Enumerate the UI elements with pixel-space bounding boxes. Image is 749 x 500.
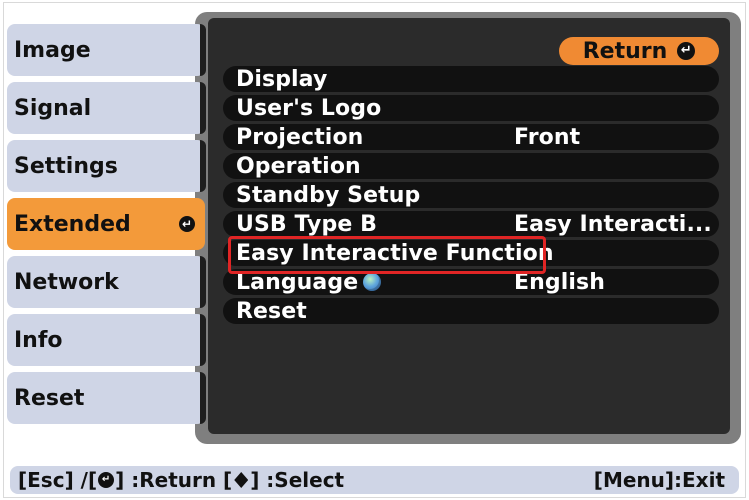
sidebar-item-image[interactable]: Image [7, 24, 206, 76]
menu-item-label: USB Type B [236, 211, 377, 237]
footer-exit-hint: [Menu]:Exit [593, 468, 725, 492]
menu-item-easy-interactive-function[interactable]: Easy Interactive Function [223, 240, 719, 266]
tab-shadow [200, 24, 206, 76]
menu-item-users-logo[interactable]: User's Logo [223, 95, 719, 121]
enter-icon: ↵ [179, 216, 195, 232]
sidebar-item-signal[interactable]: Signal [7, 82, 206, 134]
enter-icon: ↵ [677, 42, 696, 60]
tab-shadow [200, 314, 206, 366]
menu-item-display[interactable]: Display [223, 66, 719, 92]
return-button[interactable]: Return ↵ [559, 37, 719, 65]
menu-item-label: Language [236, 269, 359, 295]
menu-item-label: Reset [236, 298, 307, 324]
menu-item-standby-setup[interactable]: Standby Setup [223, 182, 719, 208]
menu-item-value: Front [514, 124, 581, 150]
tab-shadow [200, 82, 206, 134]
globe-icon [363, 273, 381, 291]
menu-item-label: Projection [236, 124, 364, 150]
footer-text-1: [Esc] /[ [18, 468, 98, 492]
tab-shadow [200, 140, 206, 192]
menu-item-usb-type-b[interactable]: USB Type B Easy Interacti... [223, 211, 719, 237]
sidebar-item-reset[interactable]: Reset [7, 372, 206, 424]
tab-shadow [200, 256, 206, 308]
select-arrow-icon [234, 472, 249, 488]
sidebar-item-label: Network [14, 269, 119, 295]
menu-item-value: English [514, 269, 605, 295]
sidebar-item-label: Extended [14, 211, 131, 237]
footer-text-3: ] :Select [250, 468, 345, 492]
footer-bar: [Esc] /[ ↵ ] :Return [ ] :Select [Menu]:… [10, 466, 739, 494]
menu-item-value: Easy Interacti... [514, 211, 712, 237]
sidebar-item-label: Info [14, 327, 63, 353]
menu-item-label: Operation [236, 153, 361, 179]
enter-icon: ↵ [98, 472, 115, 488]
menu-item-label: Standby Setup [236, 182, 421, 208]
menu-item-label: User's Logo [236, 95, 382, 121]
menu-item-operation[interactable]: Operation [223, 153, 719, 179]
return-label: Return [582, 38, 668, 64]
sidebar-item-label: Image [14, 37, 91, 63]
menu-item-projection[interactable]: Projection Front [223, 124, 719, 150]
tab-shadow [200, 372, 206, 424]
sidebar-item-info[interactable]: Info [7, 314, 206, 366]
sidebar-item-settings[interactable]: Settings [7, 140, 206, 192]
sidebar-item-network[interactable]: Network [7, 256, 206, 308]
menu-item-language[interactable]: Language English [223, 269, 719, 295]
sidebar-item-label: Signal [14, 95, 92, 121]
menu-item-reset[interactable]: Reset [223, 298, 719, 324]
menu-item-label: Display [236, 66, 328, 92]
footer-text-2: ] :Return [ [115, 468, 233, 492]
sidebar-item-label: Reset [14, 385, 85, 411]
sidebar-item-extended[interactable]: Extended ↵ [7, 198, 205, 250]
menu-item-label: Easy Interactive Function [236, 240, 554, 266]
sidebar-item-label: Settings [14, 153, 118, 179]
